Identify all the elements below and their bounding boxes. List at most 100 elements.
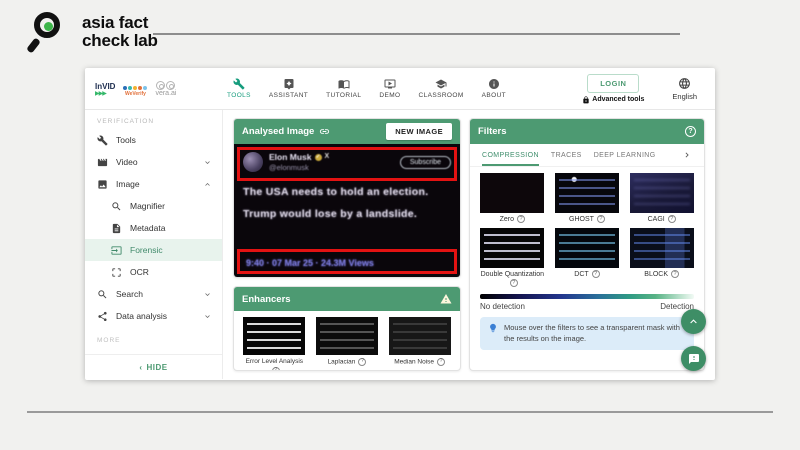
feedback-button[interactable] (681, 346, 706, 371)
nav-tab-about[interactable]: ABOUT (482, 78, 506, 99)
filter-thumbnail[interactable] (630, 173, 694, 213)
chevron-down-icon (203, 290, 212, 299)
sidebar: VERIFICATION Tools Video Image Magnifier (85, 110, 223, 379)
nav-tab-tools[interactable]: TOOLS (227, 78, 251, 99)
enhancer-thumbnail[interactable] (389, 317, 451, 355)
nav-tab-demo[interactable]: DEMO (379, 78, 400, 99)
filters-panel: Filters ? COMPRESSION TRACES DEEP LEARNI… (469, 118, 705, 371)
help-icon[interactable]: ? (272, 367, 280, 371)
enhancers-header: Enhancers (234, 287, 460, 311)
enhancer-thumbnail[interactable] (316, 317, 378, 355)
help-icon[interactable]: ? (517, 215, 525, 223)
sidebar-item-data-analysis[interactable]: Data analysis (85, 305, 222, 327)
book-icon (338, 78, 350, 90)
bottom-divider (27, 411, 773, 413)
help-icon[interactable]: ? (510, 279, 518, 287)
sidebar-item-tools[interactable]: Tools (85, 129, 222, 151)
tab-traces[interactable]: TRACES (551, 144, 582, 166)
login-button[interactable]: LOGIN (587, 74, 639, 93)
help-icon[interactable]: ? (685, 126, 696, 137)
forensic-icon (111, 245, 122, 256)
filter-ghost[interactable]: GHOST? (553, 173, 622, 224)
chevron-right-icon[interactable] (682, 150, 692, 160)
school-icon (435, 78, 447, 90)
nav-tab-assistant[interactable]: ASSISTANT (269, 78, 308, 99)
analysed-image-title: Analysed Image (242, 126, 314, 137)
tab-deep-learning[interactable]: DEEP LEARNING (594, 144, 656, 166)
enhancer-thumbnail[interactable] (243, 317, 305, 355)
x-logo-icon: X (325, 153, 330, 162)
login-block: LOGIN Advanced tools (582, 74, 644, 104)
film-icon (97, 157, 108, 168)
help-icon[interactable]: ? (671, 270, 679, 278)
filter-block[interactable]: BLOCK? (627, 228, 696, 288)
nav-tab-classroom[interactable]: CLASSROOM (419, 78, 464, 99)
main-content: Analysed Image NEW IMAGE Elon Musk ✓ X (223, 110, 715, 379)
filter-dct[interactable]: DCT? (553, 228, 622, 288)
scroll-top-button[interactable] (681, 309, 706, 334)
warning-icon (440, 293, 452, 305)
enhancer-error-level-analysis[interactable]: Error Level Analysis? (242, 317, 306, 371)
enhancers-title: Enhancers (242, 294, 291, 305)
sidebar-item-search[interactable]: Search (85, 283, 222, 305)
lock-icon (582, 96, 590, 104)
nav-tab-tutorial[interactable]: TUTORIAL (326, 78, 361, 99)
logo-cluster: InVID ▶▶▶ WeVerify vera.ai (95, 81, 213, 97)
top-navbar: InVID ▶▶▶ WeVerify vera.ai TOOLS ASSI (85, 68, 715, 110)
app-window: InVID ▶▶▶ WeVerify vera.ai TOOLS ASSI (85, 68, 715, 380)
tab-compression[interactable]: COMPRESSION (482, 144, 539, 166)
filters-tip: Mouse over the filters to see a transpar… (480, 317, 694, 350)
share-graph-icon (97, 311, 108, 322)
image-icon (97, 179, 108, 190)
tweet-text: The USA needs to hold an election. Trump… (243, 181, 451, 225)
language-label: English (672, 92, 697, 101)
lightbulb-icon (488, 323, 498, 333)
analysed-image-preview[interactable]: Elon Musk ✓ X @elonmusk Subscribe The US… (234, 144, 460, 277)
info-icon (488, 78, 500, 90)
advanced-tools-label: Advanced tools (592, 96, 644, 103)
filters-tip-text: Mouse over the filters to see a transpar… (504, 323, 686, 344)
brand: asia fact check lab (28, 8, 158, 56)
language-selector[interactable]: English (672, 77, 697, 101)
filter-cagi[interactable]: CAGI? (627, 173, 696, 224)
filters-tabs: COMPRESSION TRACES DEEP LEARNING (470, 144, 704, 167)
link-icon[interactable] (319, 126, 330, 137)
sidebar-item-image[interactable]: Image (85, 173, 222, 195)
help-icon[interactable]: ? (592, 270, 600, 278)
wrench-icon (97, 135, 108, 146)
filter-thumbnail[interactable] (630, 228, 694, 268)
magnifier-icon (111, 201, 122, 212)
help-icon[interactable]: ? (437, 358, 445, 366)
nav-items: TOOLS ASSISTANT TUTORIAL DEMO CLASSROOM … (227, 78, 506, 99)
no-detection-label: No detection (480, 302, 525, 311)
sidebar-item-ocr[interactable]: OCR (85, 261, 222, 283)
chevron-up-icon (687, 315, 700, 328)
sidebar-item-video[interactable]: Video (85, 151, 222, 173)
filter-double-quantization[interactable]: Double Quantization? (478, 228, 547, 288)
filter-thumbnail[interactable] (555, 228, 619, 268)
analysed-image-header: Analysed Image NEW IMAGE (234, 119, 460, 144)
tweet-avatar (243, 152, 263, 172)
chevron-down-icon (203, 312, 212, 321)
help-icon[interactable]: ? (358, 358, 366, 366)
filter-thumbnail[interactable] (480, 173, 544, 213)
document-icon (111, 223, 122, 234)
filter-thumbnail[interactable] (555, 173, 619, 213)
sidebar-item-magnifier[interactable]: Magnifier (85, 195, 222, 217)
advanced-tools[interactable]: Advanced tools (582, 96, 644, 104)
enhancer-median-noise[interactable]: Median Noise? (388, 317, 452, 371)
sidebar-item-forensic[interactable]: Forensic (85, 239, 222, 261)
filter-zero[interactable]: Zero? (478, 173, 547, 224)
sidebar-hide-button[interactable]: ‹ HIDE (85, 355, 222, 379)
help-icon[interactable]: ? (668, 215, 676, 223)
help-icon[interactable]: ? (597, 215, 605, 223)
tweet-meta: 9:40 · 07 Mar 25 · 24.3M Views (246, 258, 374, 268)
sidebar-more-label: MORE (97, 337, 222, 344)
filters-header: Filters ? (470, 119, 704, 144)
sidebar-item-metadata[interactable]: Metadata (85, 217, 222, 239)
chevron-left-icon: ‹ (139, 363, 142, 372)
enhancer-laplacian[interactable]: Laplacian? (315, 317, 379, 371)
invid-logo: InVID ▶▶▶ (95, 82, 115, 97)
new-image-button[interactable]: NEW IMAGE (386, 123, 452, 140)
filter-thumbnail[interactable] (480, 228, 544, 268)
